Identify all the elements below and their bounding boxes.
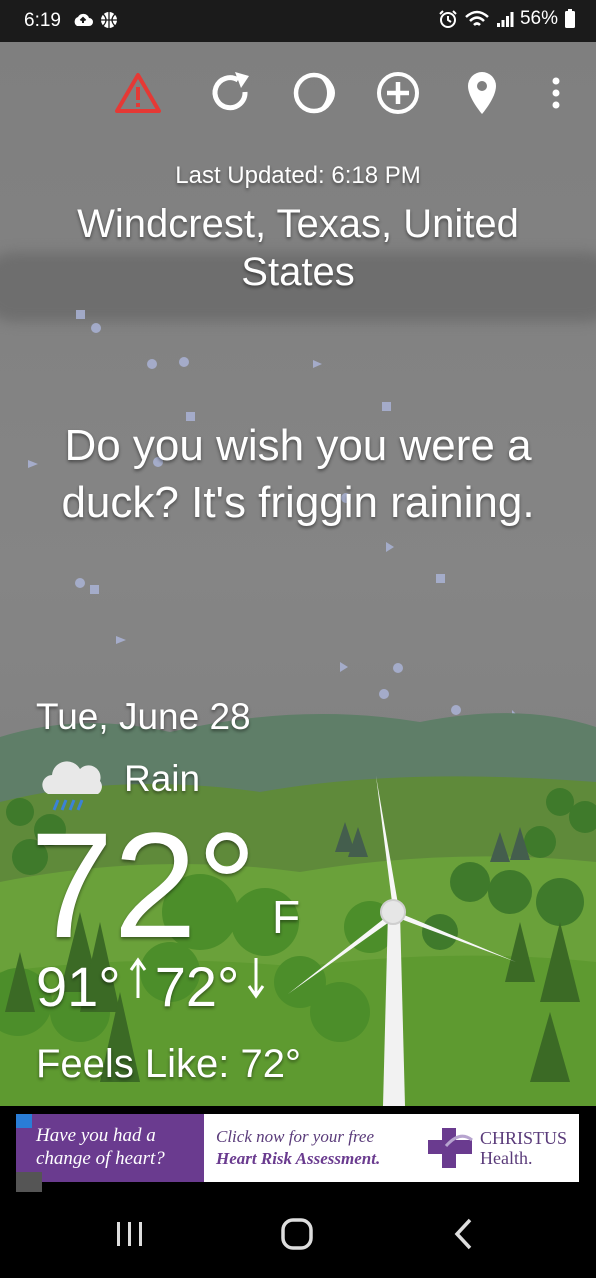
ad-body-line1: Click now for your free [216,1127,375,1146]
ad-logo: CHRISTUS Health. [414,1114,579,1182]
location-button[interactable] [456,67,508,119]
ad-banner[interactable]: Have you had a change of heart? Click no… [16,1114,579,1182]
ad-brand-sub: Health. [480,1148,533,1168]
ad-area: Have you had a change of heart? Click no… [0,1106,596,1192]
ad-headline: Have you had a change of heart? [16,1114,204,1182]
nav-bar [0,1192,596,1278]
add-location-icon [377,72,419,114]
alert-button[interactable] [112,67,164,119]
wifi-icon [465,10,489,26]
refresh-button[interactable] [204,67,256,119]
refresh-icon [212,72,249,111]
location-pin-icon [468,72,496,114]
current-temp: 72° [30,801,257,969]
warning-icon [115,73,161,113]
temp-unit[interactable]: F [272,890,300,944]
signal-icon [496,12,514,27]
battery-percent: 56% [519,8,558,29]
moon-icon [293,72,335,114]
back-icon [454,1218,472,1250]
low-temp: 72° [154,955,240,1018]
ad-play-icon[interactable] [16,1172,42,1192]
location-title[interactable]: Windcrest, Texas, United States [50,200,546,296]
status-time: 6:19 [24,10,61,31]
overflow-menu-button[interactable] [530,67,582,119]
moon-button[interactable] [288,67,340,119]
ad-brand-name: CHRISTUS [480,1128,568,1148]
last-updated: Last Updated: 6:18 PM [175,162,421,189]
feels-like: Feels Like: 72° [36,1042,302,1086]
home-icon [281,1218,313,1250]
forecast-date: Tue, June 28 [36,696,251,737]
wind-turbine [288,776,516,1106]
toolbar [0,67,596,127]
status-bar: 6:19 56% [0,0,596,42]
arrow-up-icon [129,957,146,998]
add-location-button[interactable] [372,67,424,119]
recent-apps-icon [117,1222,142,1246]
weather-scene: Last Updated: 6:18 PM Windcrest, Texas, … [0,42,596,1106]
arrow-down-icon [248,958,265,999]
high-temp: 91° [36,955,121,1018]
alarm-icon [439,10,457,28]
battery-icon [565,9,575,28]
back-button[interactable] [434,1214,494,1254]
basketball-icon [101,12,117,28]
home-button[interactable] [267,1214,327,1254]
ad-choices-icon[interactable] [16,1114,32,1128]
condition-label: Rain [124,758,201,799]
snark-message: Do you wish you were a duck? It's friggi… [61,421,535,527]
recent-apps-button[interactable] [100,1214,160,1254]
ad-body-line2: Heart Risk Assessment. [216,1149,381,1168]
cloud-upload-icon [74,13,93,26]
high-low: 91° 72° [36,954,265,1019]
cross-logo-icon [428,1128,473,1168]
ad-body: Click now for your free Heart Risk Asses… [204,1114,414,1182]
overflow-menu-icon [552,77,560,109]
